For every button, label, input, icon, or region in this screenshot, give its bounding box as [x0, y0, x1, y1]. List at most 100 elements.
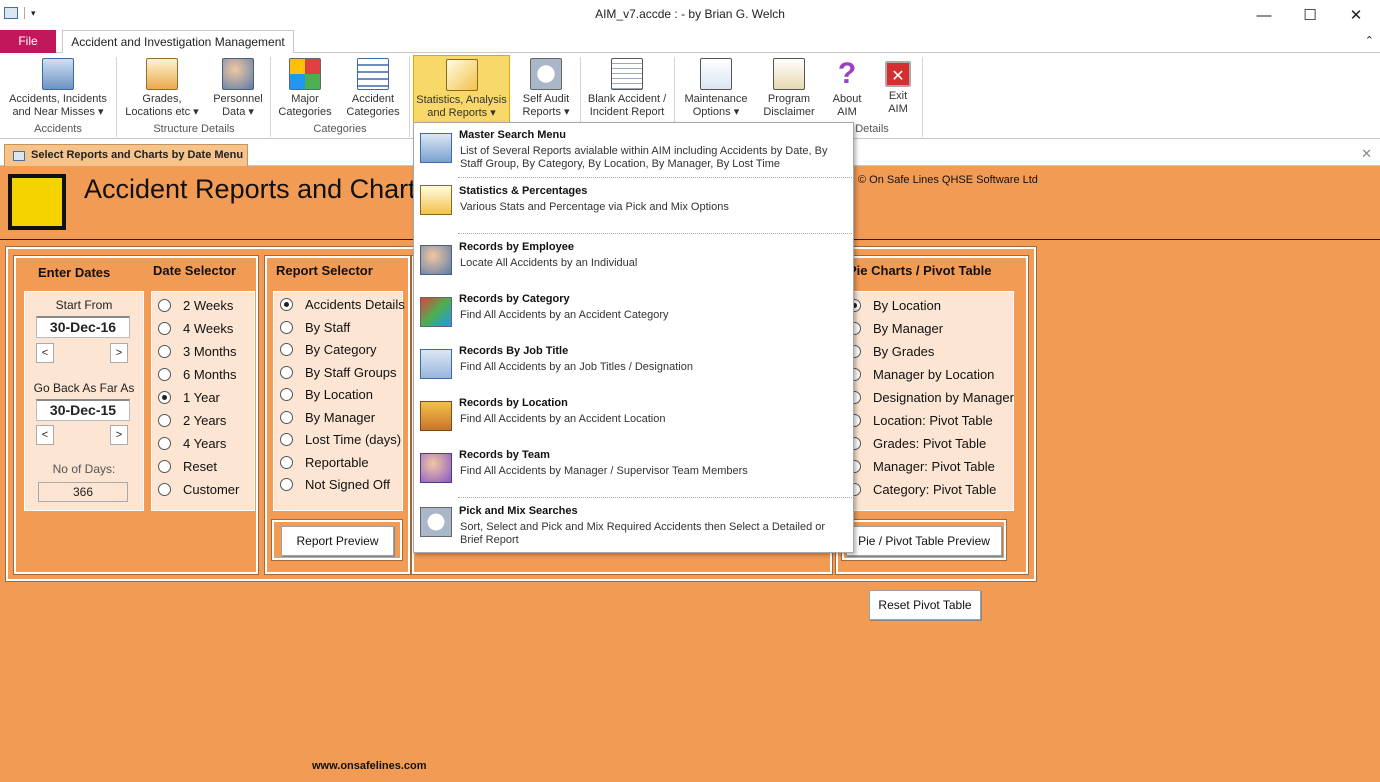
report_selector-option[interactable]: Accidents Details [280, 297, 405, 312]
about-aim-button[interactable]: ? About AIM [826, 55, 868, 123]
menu-item-pick-and-mix[interactable]: Pick and Mix Searches Sort, Select and P… [414, 505, 853, 551]
menu-item-title: Records by Employee [459, 241, 574, 253]
radio-button[interactable] [280, 433, 293, 446]
pie_charts-option[interactable]: By Location [848, 298, 941, 313]
radio-button[interactable] [158, 391, 171, 404]
date_selector-option[interactable]: Customer [158, 482, 239, 497]
program-disclaimer-button[interactable]: Program Disclaimer [758, 55, 820, 123]
pie-pivot-preview-button[interactable]: Pie / Pivot Table Preview [846, 526, 1002, 556]
tab-accident-management[interactable]: Accident and Investigation Management [62, 30, 294, 54]
document-tab[interactable]: Select Reports and Charts by Date Menu [4, 144, 248, 166]
minimize-button[interactable]: — [1241, 0, 1287, 30]
group-separator [409, 57, 410, 137]
date_selector-option[interactable]: 6 Months [158, 367, 236, 382]
radio-button[interactable] [280, 343, 293, 356]
menu-item-description: Find All Accidents by an Accident Locati… [460, 413, 666, 425]
radio-button[interactable] [158, 460, 171, 473]
date_selector-option[interactable]: 4 Weeks [158, 321, 233, 336]
report_selector-option[interactable]: By Manager [280, 410, 375, 425]
report_selector-option[interactable]: Not Signed Off [280, 477, 390, 492]
radio-button[interactable] [280, 478, 293, 491]
menu-item-employee[interactable]: Records by Employee Locate All Accidents… [414, 241, 853, 289]
close-document-icon[interactable]: ✕ [1361, 146, 1372, 162]
footer-url[interactable]: www.onsafelines.com [312, 760, 427, 772]
radio-button[interactable] [158, 414, 171, 427]
warning-sign-icon [8, 174, 66, 230]
job-chart-icon [420, 349, 452, 379]
pie_charts-option[interactable]: By Grades [848, 344, 934, 359]
major-categories-button[interactable]: Major Categories [274, 55, 336, 123]
menu-item-location[interactable]: Records by Location Find All Accidents b… [414, 397, 853, 445]
statistics-reports-button[interactable]: Statistics, Analysis and Reports ▾ [413, 55, 510, 123]
start-date-prev-button[interactable]: < [36, 343, 54, 363]
date_selector-option[interactable]: 2 Weeks [158, 298, 233, 313]
date-selector-heading: Date Selector [153, 263, 237, 278]
team-arrow-icon [420, 453, 452, 483]
back-date-next-button[interactable]: > [110, 425, 128, 445]
radio-button[interactable] [158, 345, 171, 358]
close-button[interactable]: ✕ [1333, 0, 1379, 30]
reset-pivot-table-button[interactable]: Reset Pivot Table [869, 590, 981, 620]
report_selector-option[interactable]: Reportable [280, 455, 369, 470]
pie_charts-option[interactable]: Location: Pivot Table [848, 413, 993, 428]
grades-locations-button[interactable]: Grades, Locations etc ▾ [120, 55, 204, 123]
ribbon-label: Categories [346, 106, 400, 118]
menu-item-team[interactable]: Records by Team Find All Accidents by Ma… [414, 449, 853, 497]
menu-item-statistics[interactable]: Statistics & Percentages Various Stats a… [414, 185, 853, 235]
collapse-ribbon-icon[interactable]: ⌃ [1365, 34, 1374, 47]
report_selector-option[interactable]: By Staff [280, 320, 350, 335]
list-icon [357, 58, 389, 90]
pie_charts-option-label: By Manager [873, 321, 944, 336]
date_selector-option[interactable]: 3 Months [158, 344, 236, 359]
blank-report-button[interactable]: Blank Accident / Incident Report [583, 55, 671, 123]
ribbon-label: Blank Accident / [587, 93, 667, 105]
report_selector-option[interactable]: By Location [280, 387, 373, 402]
self-audit-button[interactable]: Self Audit Reports ▾ [514, 55, 578, 123]
people-icon [222, 58, 254, 90]
radio-button[interactable] [280, 320, 293, 334]
report_selector-option[interactable]: Lost Time (days) [280, 432, 401, 447]
back-date-field[interactable]: 30-Dec-15 [36, 399, 130, 421]
exit-aim-button[interactable]: ✕ Exit AIM [876, 55, 920, 123]
back-date-prev-button[interactable]: < [36, 425, 54, 445]
radio-button[interactable] [280, 410, 293, 424]
report-preview-button[interactable]: Report Preview [281, 526, 394, 556]
date_selector-option[interactable]: Reset [158, 459, 217, 474]
accident-categories-button[interactable]: Accident Categories [340, 55, 406, 123]
pie_charts-option[interactable]: By Manager [848, 321, 943, 336]
radio-button[interactable] [280, 365, 293, 379]
radio-button[interactable] [280, 388, 293, 401]
date_selector-option-label: 6 Months [183, 367, 237, 382]
radio-button[interactable] [158, 299, 171, 312]
report_selector-option-label: By Staff Groups [305, 364, 397, 380]
pie_charts-option[interactable]: Manager by Location [848, 367, 994, 382]
pie_charts-option[interactable]: Grades: Pivot Table [848, 436, 986, 451]
date_selector-option[interactable]: 1 Year [158, 390, 220, 405]
radio-button[interactable] [158, 322, 171, 335]
personnel-data-button[interactable]: Personnel Data ▾ [208, 55, 268, 123]
report_selector-option[interactable]: By Category [280, 342, 377, 357]
menu-item-category[interactable]: Records by Category Find All Accidents b… [414, 293, 853, 341]
radio-button[interactable] [280, 455, 293, 469]
menu-item-job-title[interactable]: Records By Job Title Find All Accidents … [414, 345, 853, 393]
maximize-button[interactable]: ☐ [1287, 0, 1333, 30]
ribbon-label: AIM [837, 106, 857, 118]
radio-button[interactable] [280, 298, 293, 311]
date_selector-option[interactable]: 2 Years [158, 413, 226, 428]
pie_charts-option[interactable]: Designation by Manager [848, 390, 1014, 405]
menu-item-master-search[interactable]: Master Search Menu List of Several Repor… [414, 129, 853, 179]
radio-button[interactable] [158, 437, 171, 450]
radio-button[interactable] [158, 483, 171, 496]
pie_charts-option[interactable]: Category: Pivot Table [848, 482, 996, 497]
ribbon-label: Grades, [142, 93, 182, 105]
accidents-incidents-button[interactable]: Accidents, Incidents and Near Misses ▾ [4, 55, 112, 123]
report_selector-option[interactable]: By Staff Groups [280, 365, 397, 380]
radio-button[interactable] [158, 368, 171, 381]
start-date-field[interactable]: 30-Dec-16 [36, 316, 130, 338]
file-tab[interactable]: File [0, 30, 56, 53]
start-date-next-button[interactable]: > [110, 343, 128, 363]
maintenance-options-button[interactable]: Maintenance Options ▾ [678, 55, 754, 123]
pie_charts-option[interactable]: Manager: Pivot Table [848, 459, 995, 474]
ribbon-label: Accidents, Incidents [9, 93, 107, 105]
date_selector-option[interactable]: 4 Years [158, 436, 226, 451]
